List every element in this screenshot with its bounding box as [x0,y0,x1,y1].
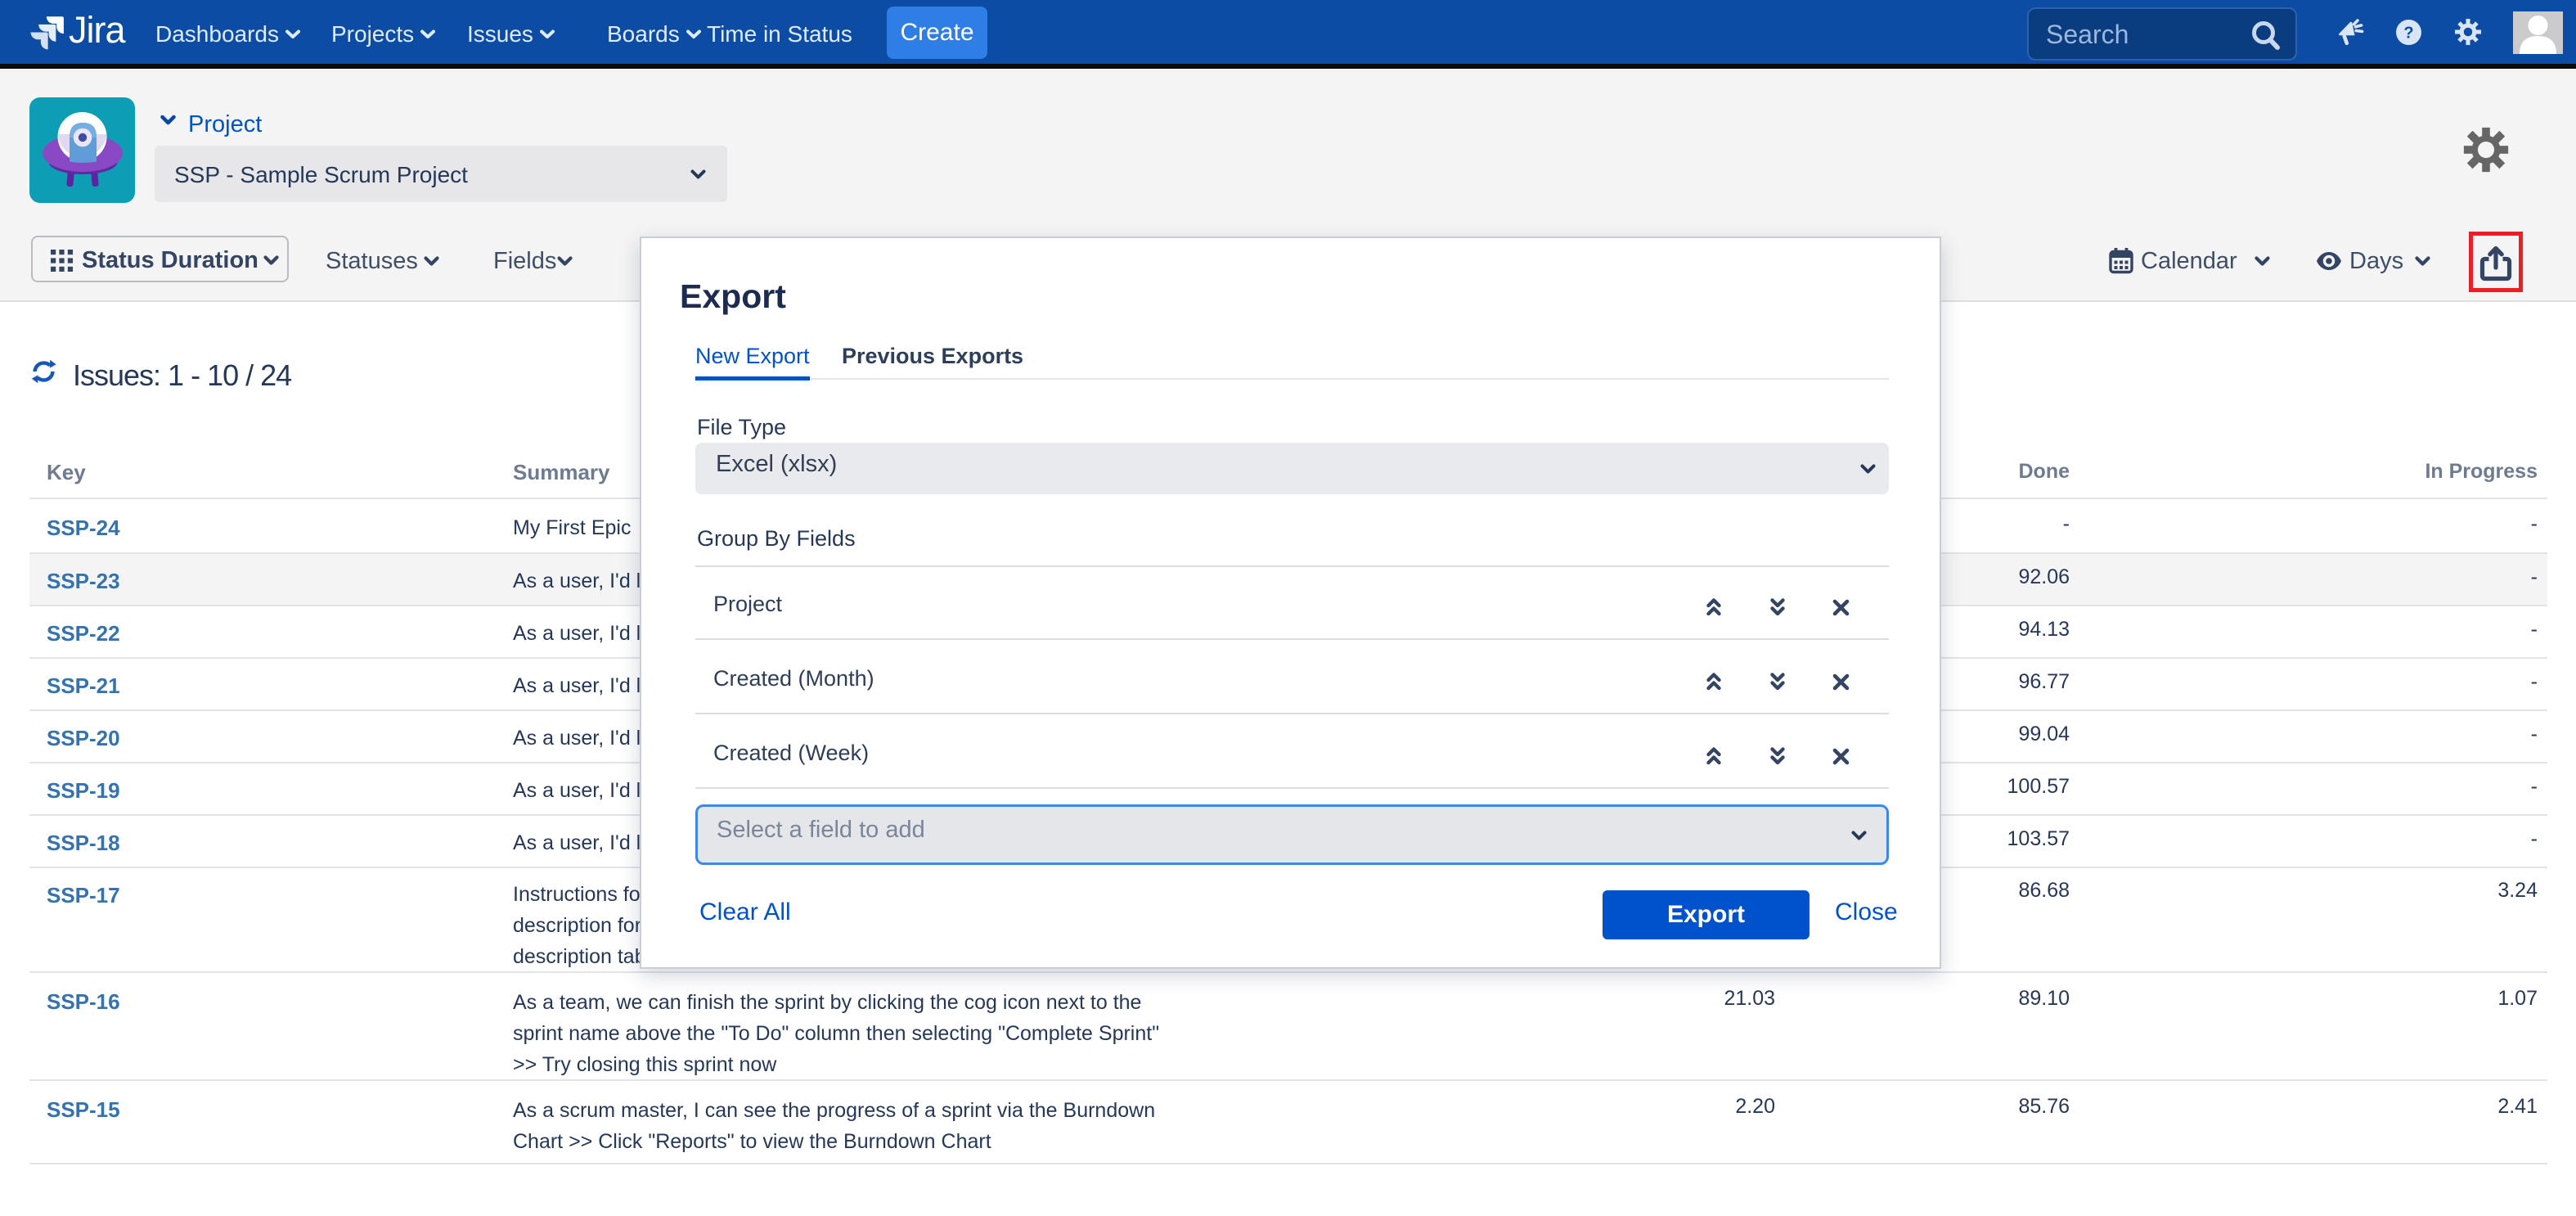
svg-text:?: ? [2403,25,2413,43]
